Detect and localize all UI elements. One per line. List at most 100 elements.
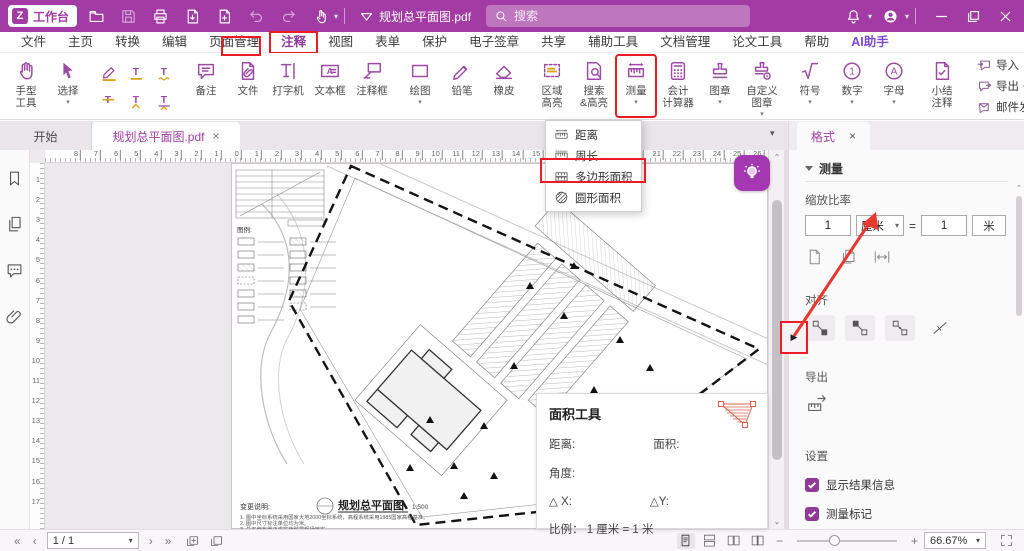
- touch-mode-caret-icon[interactable]: ▾: [334, 12, 338, 21]
- tab-close-icon[interactable]: ×: [213, 129, 220, 143]
- ribbon-tool-note[interactable]: 备注: [186, 55, 226, 117]
- ribbon-tool-underline-text[interactable]: T: [124, 59, 150, 85]
- menu-item-6[interactable]: 视图: [317, 32, 364, 53]
- account-caret-icon[interactable]: ▾: [905, 12, 909, 21]
- menu-item-11[interactable]: 辅助工具: [577, 32, 649, 53]
- assistant-lightbulb-button[interactable]: [734, 155, 770, 191]
- search-box[interactable]: [486, 5, 750, 27]
- ribbon-tool-import[interactable]: 导入: [972, 56, 1024, 74]
- panel-scrollbar[interactable]: ⌃ ⌄: [1015, 184, 1023, 551]
- measure-menu-item-3[interactable]: 圆形面积: [546, 187, 641, 208]
- ribbon-tool-squiggly-text[interactable]: T: [152, 59, 178, 85]
- menu-item-7[interactable]: 表单: [364, 32, 411, 53]
- menu-item-0[interactable]: 文件: [10, 32, 57, 53]
- new-measure-style-icon[interactable]: [805, 248, 823, 266]
- snap-midpoint-button[interactable]: [845, 315, 875, 341]
- menu-item-3[interactable]: 编辑: [151, 32, 198, 53]
- snap-intersection-button[interactable]: [925, 315, 955, 341]
- menu-item-12[interactable]: 文档管理: [649, 32, 721, 53]
- measure-section-header[interactable]: 测量: [805, 160, 1024, 177]
- doc-menu-icon[interactable]: [357, 3, 375, 29]
- scale-to-unit-box[interactable]: 米: [972, 215, 1006, 236]
- scale-from-value-input[interactable]: [805, 215, 851, 236]
- scroll-down-icon[interactable]: ⌄: [769, 517, 785, 526]
- measure-menu-item-0[interactable]: 距离: [546, 124, 641, 145]
- ribbon-tool-number[interactable]: 1数字▾: [832, 55, 872, 117]
- ribbon-tool-callout[interactable]: 注释框: [352, 55, 392, 117]
- ribbon-tool-strikeout-text[interactable]: T: [96, 87, 122, 113]
- account-avatar[interactable]: [878, 3, 904, 29]
- ribbon-tool-fileattach[interactable]: 文件: [228, 55, 268, 117]
- ribbon-tool-insert-text[interactable]: T: [124, 87, 150, 113]
- export-pdf-icon[interactable]: [179, 3, 205, 29]
- new-document-icon[interactable]: [211, 3, 237, 29]
- ribbon-tool-textbox[interactable]: A文本框: [310, 55, 350, 117]
- undo-icon[interactable]: [243, 3, 269, 29]
- open-file-icon[interactable]: [83, 3, 109, 29]
- tab-format[interactable]: 格式 ×: [797, 122, 870, 150]
- workspace-button[interactable]: Z 工作台: [8, 5, 77, 27]
- zoom-level-box[interactable]: 66.67% ▾: [924, 532, 986, 549]
- ribbon-tool-symbol[interactable]: 符号▾: [790, 55, 830, 117]
- ribbon-tool-customstamp[interactable]: 自定义 图章▾: [742, 55, 782, 117]
- menu-item-14[interactable]: 帮助: [793, 32, 840, 53]
- snap-endpoint-button[interactable]: [805, 315, 835, 341]
- prev-page-icon[interactable]: ‹: [27, 534, 43, 548]
- ribbon-tool-replace-text[interactable]: T: [152, 87, 178, 113]
- zoom-in-icon[interactable]: +: [905, 534, 924, 548]
- tab-list-caret-icon[interactable]: ▾: [770, 128, 775, 139]
- duplicate-style-icon[interactable]: [839, 248, 857, 266]
- print-icon[interactable]: [147, 3, 173, 29]
- save-icon[interactable]: [115, 3, 141, 29]
- snap-path-button[interactable]: [885, 315, 915, 341]
- comments-panel-icon[interactable]: [5, 260, 25, 280]
- scroll-up-icon[interactable]: ⌃: [769, 153, 785, 162]
- ribbon-tool-export[interactable]: 导出▾: [972, 77, 1024, 95]
- panel-expand-button[interactable]: ▶: [781, 322, 807, 353]
- first-page-icon[interactable]: «: [8, 534, 27, 548]
- scale-to-value-input[interactable]: [921, 215, 967, 236]
- minimize-button[interactable]: [928, 3, 954, 29]
- ribbon-tool-hand[interactable]: 手型 工具: [6, 55, 46, 117]
- ribbon-tool-summary[interactable]: 小结 注释: [922, 55, 962, 117]
- attachments-panel-icon[interactable]: [5, 306, 25, 326]
- menu-item-2[interactable]: 转换: [104, 32, 151, 53]
- zoom-out-icon[interactable]: −: [770, 534, 789, 548]
- menu-item-9[interactable]: 电子签章: [458, 32, 530, 53]
- menu-item-1[interactable]: 主页: [57, 32, 104, 53]
- tab-document[interactable]: 规划总平面图.pdf ×: [92, 122, 240, 150]
- menu-item-8[interactable]: 保护: [411, 32, 458, 53]
- ribbon-tool-pencil[interactable]: 铅笔: [442, 55, 482, 117]
- zoom-slider[interactable]: [797, 540, 897, 542]
- ribbon-tool-highlight-text[interactable]: [96, 59, 122, 85]
- zoom-slider-knob[interactable]: [829, 535, 840, 546]
- menu-item-10[interactable]: 共享: [530, 32, 577, 53]
- checkbox-checked-icon[interactable]: [805, 478, 819, 492]
- width-measure-icon[interactable]: [873, 248, 891, 266]
- touch-mode-icon[interactable]: [307, 3, 333, 29]
- last-page-icon[interactable]: »: [159, 534, 178, 548]
- duplicate-window-icon[interactable]: [207, 533, 225, 549]
- checkbox-checked-icon[interactable]: [805, 507, 819, 521]
- tab-start[interactable]: 开始: [0, 122, 92, 150]
- next-page-icon[interactable]: ›: [143, 534, 159, 548]
- scale-from-unit-select[interactable]: 厘米 ▾: [856, 215, 904, 236]
- menu-item-5[interactable]: 注释: [270, 32, 317, 53]
- ribbon-tool-eraser[interactable]: 橡皮: [484, 55, 524, 117]
- ribbon-tool-stamp[interactable]: 图章▾: [700, 55, 740, 117]
- redo-icon[interactable]: [275, 3, 301, 29]
- menu-item-13[interactable]: 论文工具: [721, 32, 793, 53]
- notifications-icon[interactable]: [841, 3, 867, 29]
- ribbon-tool-measure[interactable]: 测量▾: [616, 55, 656, 117]
- close-button[interactable]: [992, 3, 1018, 29]
- notifications-caret-icon[interactable]: ▾: [868, 12, 872, 21]
- format-tab-close-icon[interactable]: ×: [849, 129, 856, 143]
- restore-button[interactable]: [960, 3, 986, 29]
- bookmarks-panel-icon[interactable]: [5, 168, 25, 188]
- panel-scroll-up-icon[interactable]: ⌃: [1015, 184, 1023, 192]
- search-input[interactable]: [514, 9, 714, 23]
- menu-item-15[interactable]: AI助手: [840, 32, 900, 53]
- ribbon-tool-draw[interactable]: 绘图▾: [400, 55, 440, 117]
- ribbon-tool-calc[interactable]: 会计 计算器: [658, 55, 698, 117]
- panel-scrollbar-thumb[interactable]: [1016, 196, 1022, 316]
